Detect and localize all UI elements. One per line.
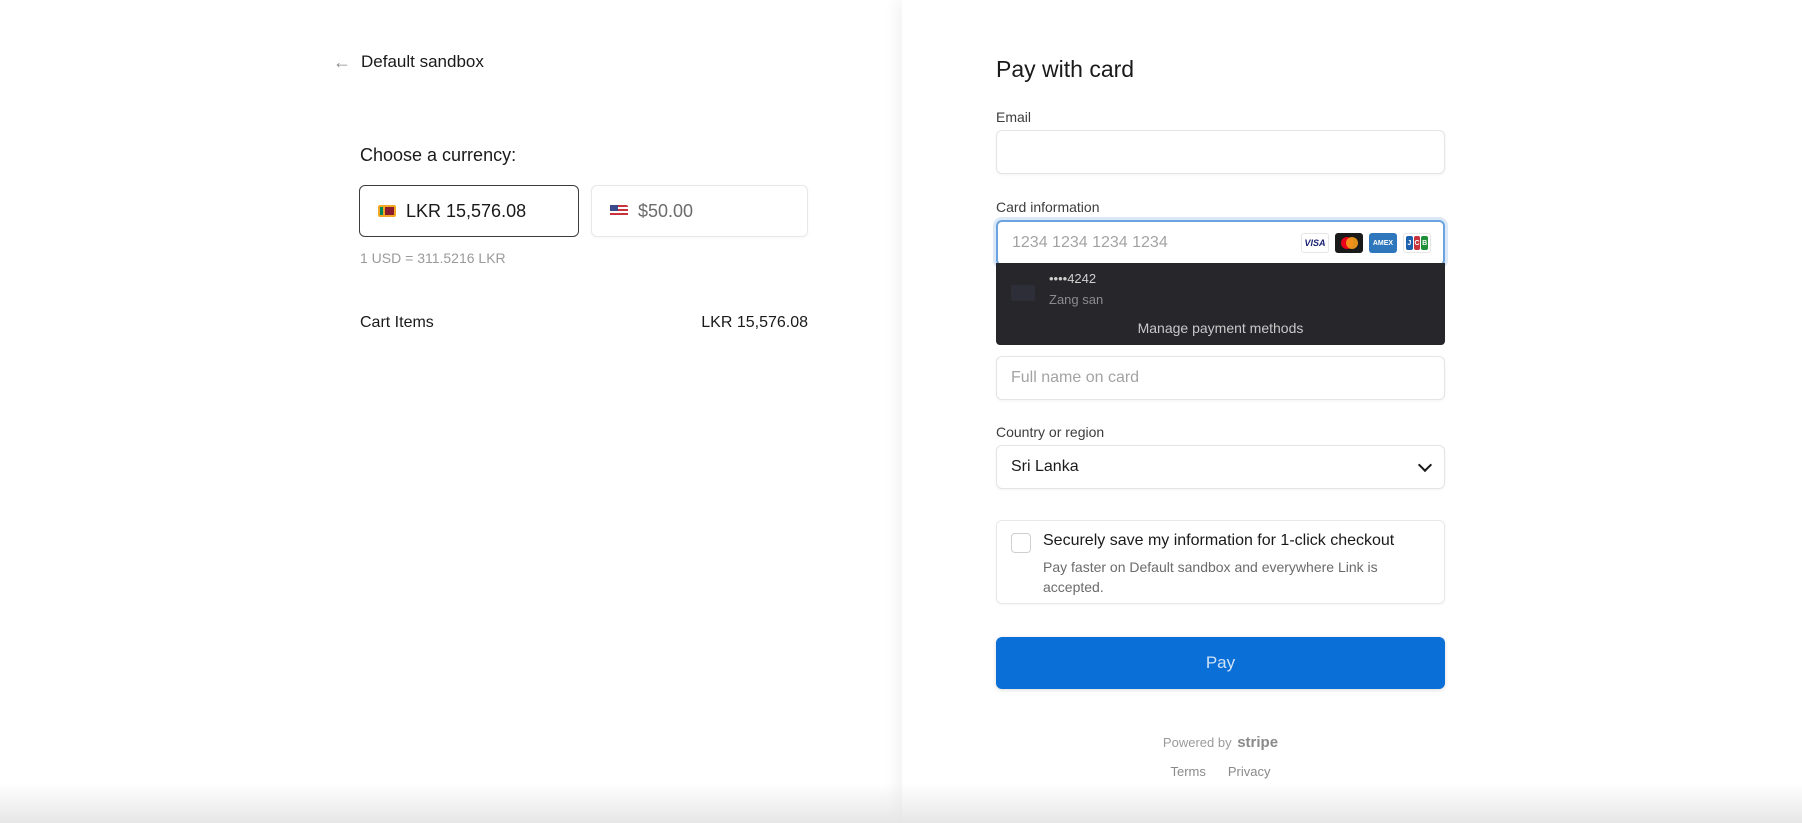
cart-items-row: Cart Items LKR 15,576.08 — [360, 314, 808, 332]
back-link[interactable]: ← Default sandbox — [333, 52, 484, 72]
exchange-rate: 1 USD = 311.5216 LKR — [360, 250, 506, 266]
payment-pane — [902, 0, 1802, 823]
save-info-description: Pay faster on Default sandbox and everyw… — [1043, 559, 1378, 595]
saved-cards-dropdown: ••••4242 Zang san Manage payment methods — [996, 263, 1445, 345]
mastercard-icon — [1335, 233, 1363, 253]
amex-icon: AMEX — [1369, 233, 1397, 253]
page-title: Pay with card — [996, 56, 1135, 82]
terms-link[interactable]: Terms — [1170, 764, 1205, 779]
card-number-input[interactable]: 1234 1234 1234 1234 VISA AMEX J C B — [996, 220, 1445, 266]
us-flag-icon — [610, 205, 628, 217]
card-number-placeholder: 1234 1234 1234 1234 — [1012, 234, 1168, 251]
save-info-title: Securely save my information for 1-click… — [1043, 532, 1395, 549]
order-summary-pane: ← Default sandbox Choose a currency: LKR… — [0, 0, 902, 823]
privacy-link[interactable]: Privacy — [1228, 764, 1271, 779]
chevron-down-icon — [1417, 457, 1433, 472]
cart-items-amount: LKR 15,576.08 — [701, 314, 808, 331]
cart-items-label: Cart Items — [360, 314, 434, 331]
currency-option-label: LKR 15,576.08 — [406, 200, 527, 221]
email-label: Email — [996, 109, 1032, 125]
saved-card-number: ••••4242 — [1049, 271, 1097, 286]
link-save-box: Securely save my information for 1-click… — [996, 520, 1445, 604]
visa-icon: VISA — [1301, 233, 1329, 253]
cardholder-name-field[interactable]: Full name on card — [996, 356, 1445, 400]
lk-flag-icon — [378, 205, 396, 217]
card-info-label: Card information — [996, 199, 1100, 215]
powered-by-label: Powered by — [1162, 735, 1232, 750]
stripe-logo: stripe — [1237, 734, 1279, 751]
country-select[interactable]: Sri Lanka — [996, 445, 1445, 489]
card-icon — [1011, 285, 1035, 301]
arrow-left-icon: ← — [333, 52, 351, 72]
manage-payment-methods-link[interactable]: Manage payment methods — [996, 320, 1445, 336]
country-value: Sri Lanka — [1011, 458, 1079, 475]
cardholder-name-placeholder: Full name on card — [1011, 369, 1140, 386]
country-label: Country or region — [996, 424, 1105, 440]
powered-by-stripe[interactable]: Powered by stripe — [996, 734, 1445, 751]
currency-option-usd[interactable]: $50.00 — [591, 185, 808, 237]
currency-heading: Choose a currency: — [360, 145, 517, 165]
saved-card-holder: Zang san — [1049, 292, 1104, 307]
saved-card-option[interactable]: ••••4242 Zang san — [1011, 271, 1103, 307]
merchant-name: Default sandbox — [361, 52, 484, 71]
jcb-icon: J C B — [1403, 233, 1431, 253]
currency-option-lkr[interactable]: LKR 15,576.08 — [359, 185, 579, 237]
currency-option-label: $50.00 — [638, 200, 694, 221]
footer-links: Terms Privacy — [996, 764, 1445, 779]
email-field[interactable] — [996, 130, 1445, 174]
card-brands: VISA AMEX J C B — [1301, 233, 1431, 253]
save-info-checkbox[interactable] — [1011, 533, 1031, 553]
pay-button[interactable]: Pay — [996, 637, 1445, 689]
